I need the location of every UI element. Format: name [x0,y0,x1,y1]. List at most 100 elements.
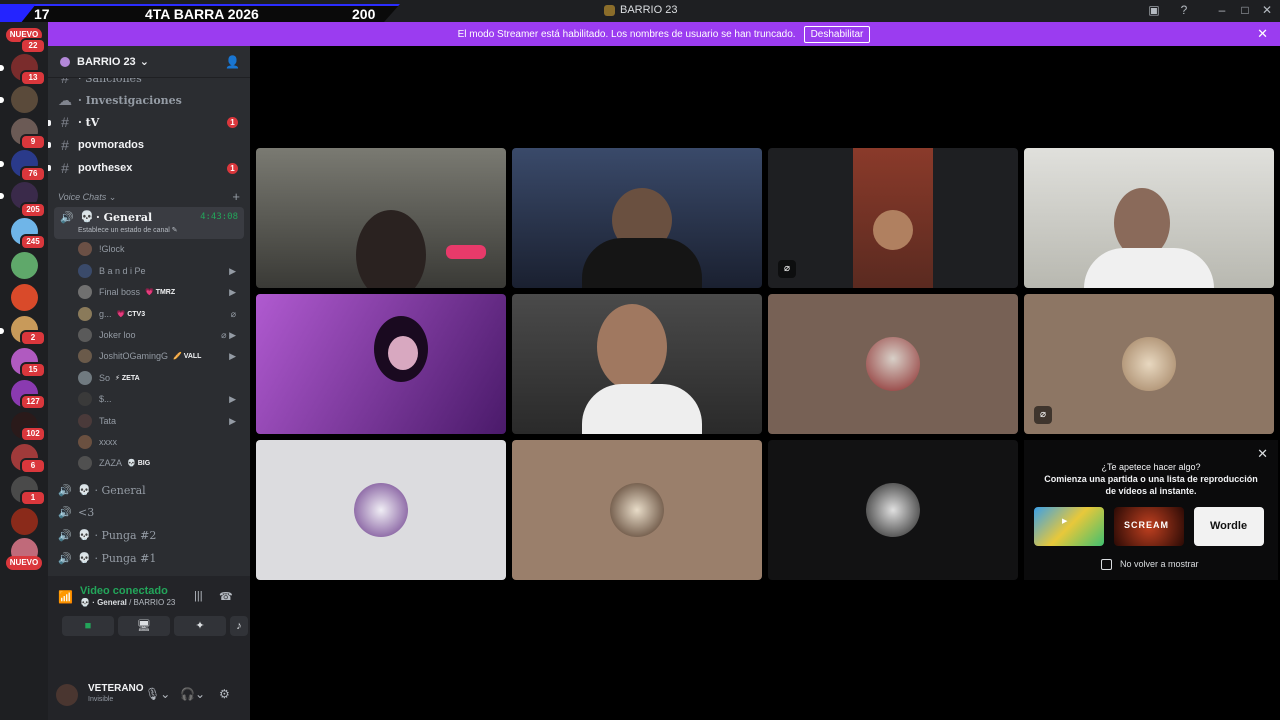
voice-member[interactable]: JoshitOGamingG 🥖 VALL ▶ [78,346,240,366]
member-tag: 💀 BIG [127,460,151,467]
server-icon[interactable] [11,252,38,279]
channel-investigaciones[interactable]: ☁ · Investigaciones [58,90,244,110]
watch-together-icon: ▶ [1062,518,1068,525]
server-icon[interactable] [11,508,38,535]
video-tile[interactable] [256,294,506,434]
video-tile[interactable] [256,440,506,580]
stream-overlay-bar: 17 4TA BARRA 2026 200 [0,4,410,22]
user-status: Invisible [88,696,114,703]
video-tile[interactable]: ⌀ [1024,294,1274,434]
activity-wordle[interactable]: Wordle [1194,507,1264,546]
voice-member[interactable]: Joker loo ⌀ ▶ [78,325,240,345]
mention-badge: 15 [20,362,46,378]
disconnect-icon[interactable]: ☎ [219,590,233,603]
server-header[interactable]: BARRIO 23 ⌄ 👤 [48,46,250,78]
activities-button[interactable]: ✦ [174,616,226,636]
video-tile[interactable] [1024,148,1274,288]
screen-share-button[interactable]: 🖥 [118,616,170,636]
voice-status-channel[interactable]: 💀 · General / BARRIO 23 [80,598,175,607]
channel-povthesex[interactable]: # povthesex 1 [58,158,244,178]
mention-badge: 102 [20,426,46,442]
promo-question: ¿Te apetece hacer algo? [1101,462,1201,472]
headphones-icon[interactable]: 🎧⌄ [180,687,205,701]
server-icon[interactable] [11,284,38,311]
video-tile[interactable] [256,148,506,288]
add-channel-icon[interactable]: + [232,189,240,204]
voice-member[interactable]: ZAZA 💀 BIG [78,453,240,473]
avatar [78,328,92,342]
server-icon[interactable] [11,86,38,113]
close-icon[interactable]: ✕ [1257,446,1268,462]
avatar [866,337,920,391]
avatar[interactable] [56,684,78,706]
server-rail: NUEVO 22 13 9 76 205 245 2 15 127 102 6 … [0,22,48,720]
voice-channel-punga-2[interactable]: 🔊 💀 · Punga #2 [58,525,244,545]
mention-badge: 76 [20,166,46,182]
camera-icon: ▶ [229,415,236,426]
mic-muted-icon: ⌀ [230,308,236,319]
camera-icon: ▶ [229,393,236,404]
soundboard-button[interactable]: ♪ [230,616,248,636]
mention-badge: 205 [20,202,46,218]
maximize-button[interactable]: □ [1237,3,1253,17]
speaker-icon: 🔊 [58,483,72,497]
voice-channel-general-active[interactable]: 🔊 💀 · General 4:43:08 Establece un estad… [54,207,244,239]
banner-text: El modo Streamer está habilitado. Los no… [457,28,796,40]
video-tile[interactable] [512,148,762,288]
voice-member[interactable]: xxxx [78,432,240,452]
video-tile[interactable] [512,294,762,434]
streamer-mode-banner: El modo Streamer está habilitado. Los no… [48,22,1280,46]
activity-scream[interactable]: SCREAM [1114,507,1184,546]
unread-badge: 1 [227,116,238,128]
channel-povmorados[interactable]: # povmorados [58,135,244,155]
minimize-button[interactable]: – [1214,3,1230,17]
video-tile[interactable] [768,440,1018,580]
voice-connection-panel: 📶 Video conectado 💀 · General / BARRIO 2… [48,576,250,676]
voice-category[interactable]: Voice Chats ⌄ [58,192,116,203]
voice-member[interactable]: Final boss 💗 TMRZ ▶ [78,282,240,302]
help-icon[interactable]: ? [1176,3,1192,17]
video-tile[interactable] [512,440,762,580]
channel-tv[interactable]: # · tV 1 [58,112,244,132]
member-tag: ⚡ ZETA [115,375,140,382]
voice-member[interactable]: B a n d i Pe ▶ [78,261,240,281]
avatar [78,307,92,321]
voice-channel-heart[interactable]: 🔊 <3 [58,502,244,522]
settings-gear-icon[interactable]: ⚙ [219,687,230,701]
video-tile[interactable]: ⌀ [768,148,1018,288]
activity-watch-together[interactable]: ▶ [1034,507,1104,546]
set-channel-status[interactable]: Establece un estado de canal ✎ [78,226,178,234]
chevron-down-icon: ⌄ [139,56,149,68]
unread-badge: 1 [227,162,238,174]
inbox-icon[interactable]: ▣ [1146,3,1162,17]
member-tag: 💗 TMRZ [145,289,176,296]
close-icon[interactable]: ✕ [1257,26,1268,42]
close-window-button[interactable]: ✕ [1259,3,1275,17]
channel-sidebar: BARRIO 23 ⌄ 👤 # · Sanciones ☁ · Investig… [48,46,250,720]
microphone-icon[interactable]: 🎙⌄ [145,687,170,701]
dont-show-again-checkbox[interactable] [1101,559,1112,570]
avatar [78,456,92,470]
video-tile[interactable] [768,294,1018,434]
invite-people-icon[interactable]: 👤 [225,55,240,69]
voice-member[interactable]: !Glock [78,239,240,259]
noise-suppression-icon[interactable]: ||| [194,590,203,602]
voice-channel-punga-1[interactable]: 🔊 💀 · Punga #1 [58,548,244,568]
signal-icon[interactable]: 📶 [58,590,73,604]
disable-streamer-button[interactable]: Deshabilitar [803,25,871,43]
voice-member[interactable]: Tata ▶ [78,411,240,431]
voice-channel-general[interactable]: 🔊 💀 · General [58,480,244,500]
avatar [78,285,92,299]
skull-icon: 💀 [78,529,91,541]
server-mini-icon [604,4,615,16]
camera-button[interactable]: ■ [62,616,114,636]
avatar [354,483,408,537]
voice-member[interactable]: g... 💗 CTV3 ⌀ [78,304,240,324]
hash-icon: # [61,160,69,176]
promo-line-2: de vídeos al instante. [1105,486,1197,496]
mention-badge: 22 [20,38,46,54]
promo-line-1: Comienza una partida o una lista de repr… [1044,474,1258,484]
voice-member[interactable]: $... ▶ [78,389,240,409]
mention-badge: 2 [20,330,46,346]
voice-member[interactable]: So ⚡ ZETA [78,368,240,388]
